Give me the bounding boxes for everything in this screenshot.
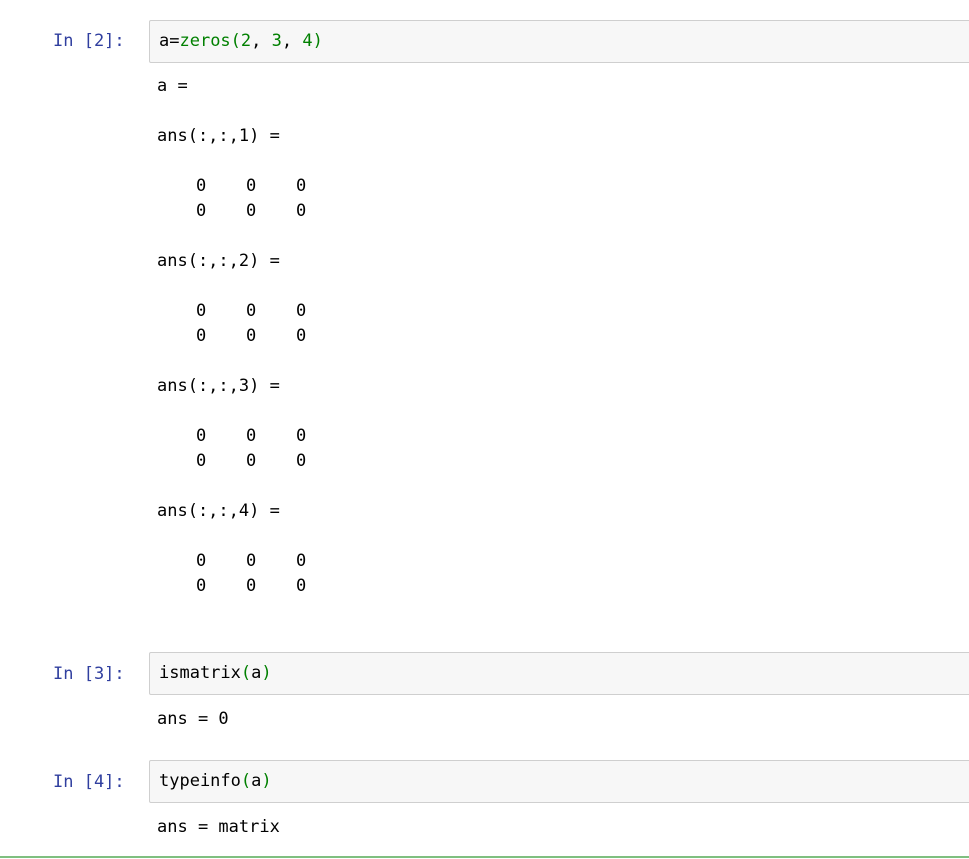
code-line: a=zeros(2, 3, 4) [159,31,323,51]
input-prompt: In [3]: [53,664,125,684]
matrix-cell: 0 [296,301,307,321]
matrix-cell: 0 [196,201,207,221]
matrix-cell: 0 [196,176,207,196]
matrix-cell: 0 [246,301,257,321]
code-token-number: 4 [302,31,313,51]
matrix-cell: 0 [246,576,257,596]
matrix-cell: 0 [296,576,307,596]
matrix-cell: 0 [296,176,307,196]
matrix-cell: 0 [246,201,257,221]
matrix-cell: 0 [196,451,207,471]
code-token-paren: ( [230,31,241,51]
cell-output-text: ans = 0 [157,709,229,729]
code-line: ismatrix(a) [159,663,272,683]
matrix-cell: 0 [246,176,257,196]
code-token-paren: ) [312,31,323,51]
code-token-arg: a [251,663,262,683]
input-prompt: In [4]: [53,772,125,792]
code-token-function: zeros [179,31,231,51]
code-token-number: 2 [240,31,252,51]
code-input-editor[interactable]: ismatrix(a) [149,652,969,695]
next-cell-edge [0,856,969,858]
matrix-cell: 0 [246,426,257,446]
code-input-editor[interactable]: typeinfo(a) [149,760,969,803]
code-token-paren: ( [240,771,252,791]
slice-label: ans(:,:,1) = [157,126,280,146]
code-token-function: ismatrix [159,663,241,683]
code-line: typeinfo(a) [159,771,272,791]
matrix-cell: 0 [246,326,257,346]
slice-label: ans(:,:,2) = [157,251,280,271]
slice-label: ans(:,:,3) = [157,376,280,396]
code-token-paren: ) [261,663,272,683]
code-token-arg: a [251,771,262,791]
matrix-cell: 0 [196,301,207,321]
matrix-cell: 0 [296,451,307,471]
code-token-separator: , [281,31,303,51]
code-token-number: 3 [271,31,282,51]
code-token-paren: ( [240,663,252,683]
matrix-cell: 0 [196,326,207,346]
matrix-cell: 0 [296,551,307,571]
code-token-ident: a= [159,31,180,51]
code-token-separator: , [251,31,272,51]
output-header: a = [157,76,188,96]
matrix-cell: 0 [196,576,207,596]
matrix-cell: 0 [246,551,257,571]
matrix-cell: 0 [196,551,207,571]
code-input-editor[interactable]: a=zeros(2, 3, 4) [149,20,969,63]
matrix-cell: 0 [246,451,257,471]
matrix-cell: 0 [196,426,207,446]
matrix-cell: 0 [296,326,307,346]
slice-label: ans(:,:,4) = [157,501,280,521]
matrix-cell: 0 [296,201,307,221]
code-token-paren: ) [261,771,272,791]
code-token-function: typeinfo [159,771,241,791]
matrix-cell: 0 [296,426,307,446]
input-prompt: In [2]: [53,31,125,51]
cell-output-text: ans = matrix [157,817,280,837]
